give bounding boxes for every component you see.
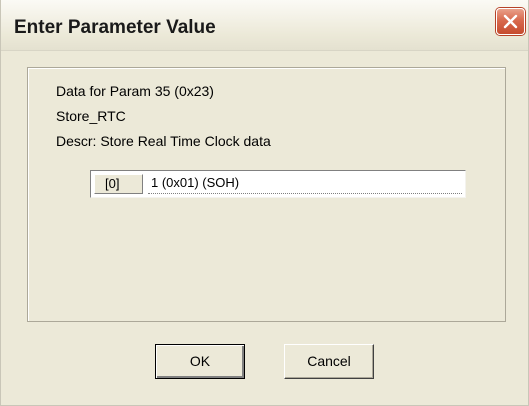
param-number-label: Data for Param 35 (0x23)	[56, 83, 214, 99]
dialog-window: Enter Parameter Value Data for Param 35 …	[0, 0, 529, 406]
cancel-button[interactable]: Cancel	[284, 344, 374, 379]
param-value-input[interactable]: 1 (0x01) (SOH)	[148, 174, 462, 194]
param-value-row: [0] 1 (0x01) (SOH)	[90, 170, 466, 198]
ok-button[interactable]: OK	[155, 344, 245, 379]
dialog-title: Enter Parameter Value	[14, 17, 216, 38]
param-index-cell: [0]	[94, 174, 143, 194]
close-icon	[503, 14, 518, 29]
title-bar[interactable]: Enter Parameter Value	[1, 0, 528, 51]
param-name-label: Store_RTC	[56, 108, 126, 124]
param-description-label: Descr: Store Real Time Clock data	[56, 133, 271, 149]
close-button[interactable]	[496, 8, 525, 35]
